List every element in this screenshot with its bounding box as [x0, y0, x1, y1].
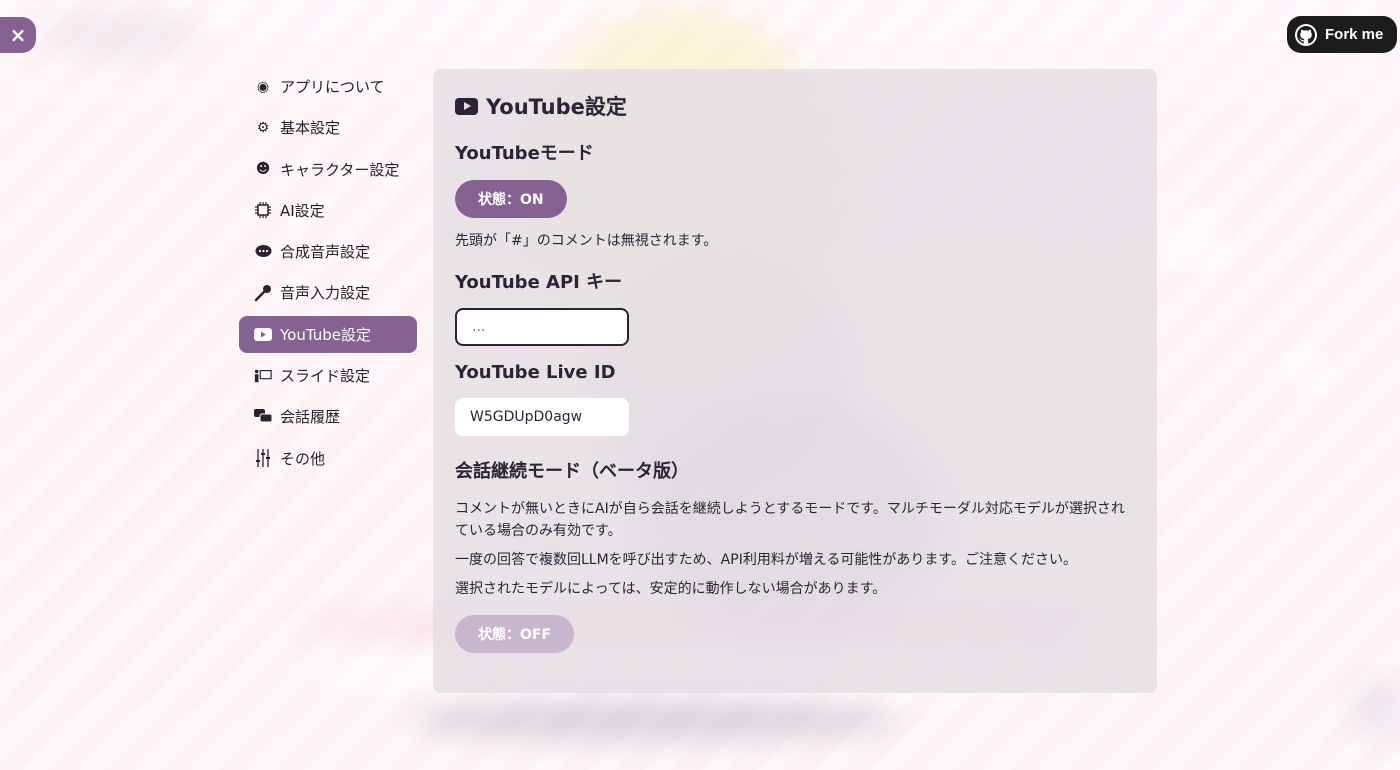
settings-sidebar: ◉ アプリについて ⚙ 基本設定 ☻ キャラクター設定 AI設定 合成音声設定 … [239, 68, 417, 481]
fork-me-label: Fork me [1325, 26, 1384, 43]
sidebar-item-history[interactable]: 会話履歴 [239, 398, 417, 435]
continuation-mode-toggle[interactable]: 状態：OFF [455, 615, 575, 653]
api-key-heading: YouTube API キー [455, 272, 623, 293]
sidebar-item-label: 会話履歴 [280, 408, 341, 427]
youtube-mode-note: 先頭が「#」のコメントは無視されます。 [455, 233, 718, 249]
youtube-mode-toggle[interactable]: 状態：ON [455, 180, 567, 218]
sidebar-item-voice[interactable]: 合成音声設定 [239, 233, 417, 270]
sidebar-item-character[interactable]: ☻ キャラクター設定 [239, 151, 417, 188]
conversation-continuation-heading: 会話継続モード（ベータ版） [455, 461, 689, 482]
sidebar-item-youtube[interactable]: YouTube設定 [239, 315, 417, 353]
close-settings-button[interactable]: × [0, 17, 36, 53]
api-key-input[interactable] [455, 308, 629, 346]
continuation-cost-warning: 一度の回答で複数回LLMを呼び出すため、API利用料が増える可能性があります。ご… [455, 552, 1078, 568]
sidebar-item-slide[interactable]: スライド設定 [239, 357, 417, 394]
gear-icon: ⚙ [256, 119, 270, 136]
youtube-icon [455, 97, 478, 115]
live-id-input[interactable]: W5GDUpD0agw [455, 398, 629, 436]
live-id-heading: YouTube Live ID [455, 362, 616, 383]
microphone-icon [254, 284, 272, 302]
sidebar-item-label: YouTube設定 [280, 325, 371, 344]
youtube-icon [254, 325, 272, 343]
sidebar-item-label: 音声入力設定 [280, 284, 371, 303]
sidebar-item-label: その他 [280, 449, 326, 468]
ai-chip-icon [254, 201, 272, 219]
sidebar-item-ai[interactable]: AI設定 [239, 192, 417, 229]
continuation-stability-warning: 選択されたモデルによっては、安定的に動作しない場合があります。 [455, 581, 887, 597]
info-circle-icon: ◉ [256, 78, 270, 95]
page-title-text: YouTube設定 [486, 95, 627, 119]
youtube-mode-heading: YouTubeモード [455, 143, 594, 164]
continuation-description: コメントが無いときにAIが自ら会話を継続しようとするモードです。マルチモーダル対… [455, 501, 1125, 539]
sidebar-item-label: キャラクター設定 [280, 160, 400, 179]
youtube-settings-panel: YouTube設定 YouTubeモード 状態：ON 先頭が「#」のコメントは無… [433, 69, 1157, 693]
fork-me-button[interactable]: Fork me [1287, 16, 1397, 53]
sidebar-item-label: 合成音声設定 [280, 243, 371, 262]
sidebar-item-label: 基本設定 [280, 119, 341, 138]
close-icon: × [9, 23, 27, 47]
sidebar-item-other[interactable]: その他 [239, 440, 417, 477]
sliders-icon [254, 449, 272, 468]
character-icon: ☻ [255, 161, 271, 178]
sidebar-item-basic[interactable]: ⚙ 基本設定 [239, 109, 417, 146]
chat-history-icon [254, 408, 272, 426]
sidebar-item-voice-input[interactable]: 音声入力設定 [239, 274, 417, 311]
presentation-icon [254, 367, 272, 385]
sidebar-item-about[interactable]: ◉ アプリについて [239, 68, 417, 105]
sidebar-item-label: AI設定 [280, 201, 325, 220]
sidebar-item-label: スライド設定 [280, 367, 371, 386]
github-icon [1295, 23, 1317, 46]
page-title: YouTube設定 [455, 91, 1135, 121]
speech-bubble-icon [254, 243, 272, 261]
sidebar-item-label: アプリについて [280, 78, 385, 96]
